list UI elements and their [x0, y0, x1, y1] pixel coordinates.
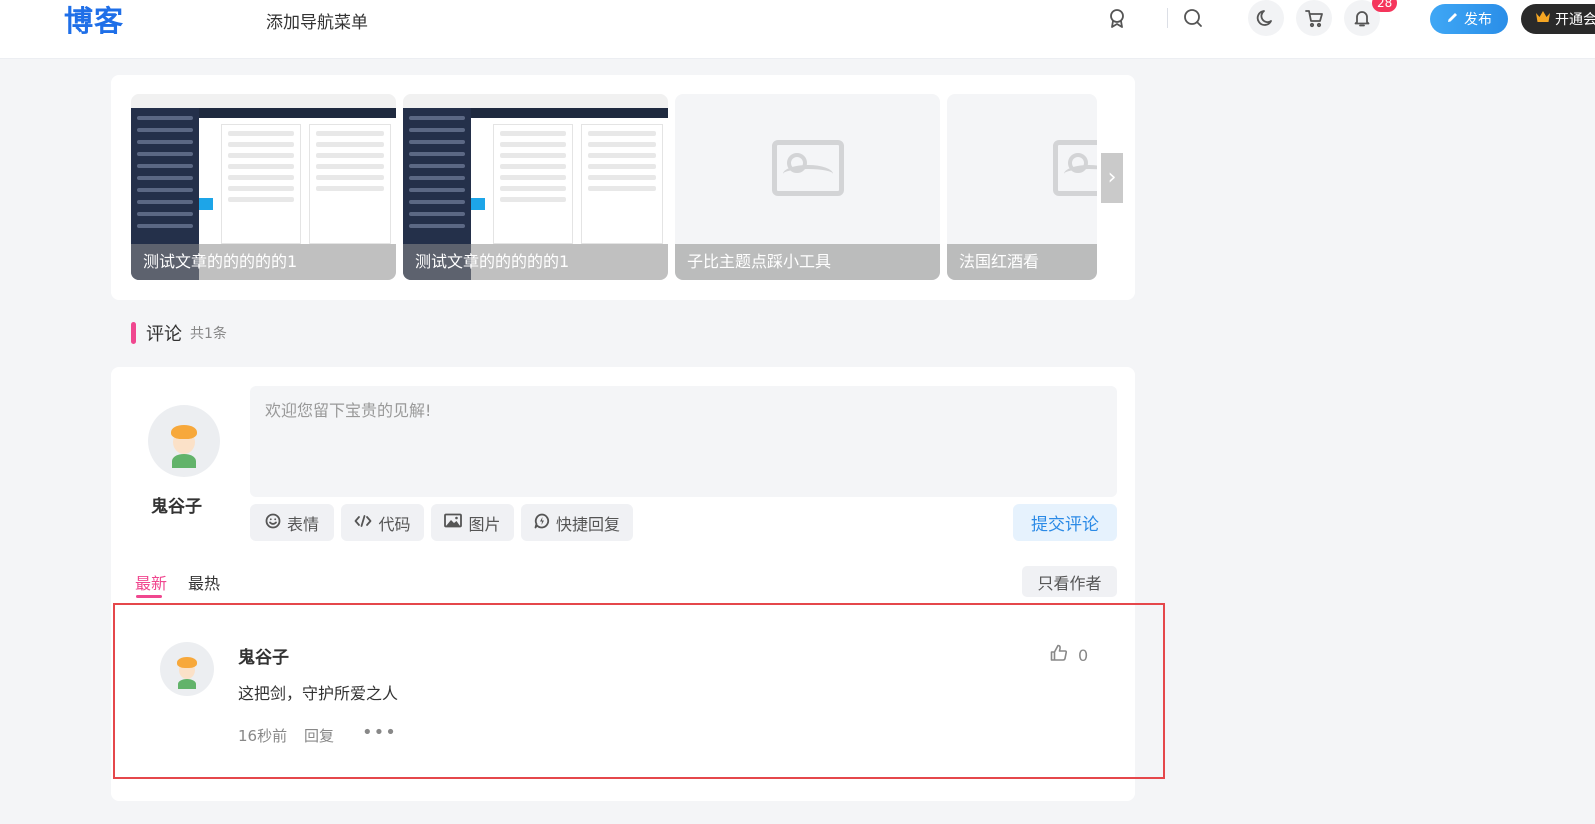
comments-count: 共1条	[190, 326, 227, 342]
thumbnail-title: 法国红酒看	[947, 244, 1097, 280]
more-options-icon[interactable]: •••	[362, 722, 397, 743]
thumbnail-title: 测试文章的的的的的1	[131, 244, 396, 280]
image-icon	[444, 513, 463, 532]
quick-reply-label: 快捷回复	[555, 514, 620, 534]
current-user-avatar[interactable]	[148, 405, 220, 477]
image-label: 图片	[468, 514, 501, 534]
current-user-name: 鬼谷子	[151, 497, 202, 517]
image-button[interactable]: 图片	[431, 504, 514, 541]
code-label: 代码	[378, 514, 411, 534]
badge-icon[interactable]	[1107, 8, 1127, 28]
post-thumbnail[interactable]: 测试文章的的的的的1	[131, 94, 396, 280]
vip-label: 开通会	[1555, 12, 1595, 28]
author-only-button[interactable]: 只看作者	[1022, 566, 1117, 597]
thumbnail-title: 子比主题点踩小工具	[675, 244, 940, 280]
publish-label: 发布	[1464, 12, 1492, 28]
carousel-next-arrow-icon[interactable]: ›	[1101, 153, 1123, 203]
post-thumbnail[interactable]: 子比主题点踩小工具	[675, 94, 940, 280]
notification-badge: 28	[1372, 0, 1398, 12]
like-button[interactable]: 0	[1050, 644, 1088, 666]
header-divider	[1167, 8, 1168, 28]
code-button[interactable]: 代码	[341, 504, 424, 541]
comment-author-avatar[interactable]	[160, 642, 214, 696]
search-icon[interactable]	[1182, 7, 1204, 29]
publish-button[interactable]: 发布	[1430, 4, 1508, 34]
comment-author-name[interactable]: 鬼谷子	[238, 643, 289, 668]
comment-time: 16秒前	[238, 727, 288, 745]
quick-reply-icon	[534, 513, 550, 533]
submit-comment-button[interactable]: 提交评论	[1013, 504, 1117, 541]
top-header: 博客 添加导航菜单 28 发布 开通会	[0, 0, 1595, 59]
post-thumbnail[interactable]: 法国红酒看	[947, 94, 1097, 280]
tab-newest[interactable]: 最新	[135, 570, 167, 598]
vip-button[interactable]: 开通会	[1521, 4, 1595, 34]
crown-icon	[1535, 10, 1551, 28]
comment-text: 这把剑，守护所爱之人	[238, 684, 399, 703]
comments-title: 评论	[146, 324, 182, 345]
quick-reply-button[interactable]: 快捷回复	[521, 504, 633, 541]
heading-accent-bar	[131, 322, 136, 344]
tab-hottest[interactable]: 最热	[188, 570, 220, 594]
emoji-button[interactable]: 表情	[250, 504, 334, 541]
like-count: 0	[1078, 645, 1089, 665]
pencil-icon	[1446, 11, 1459, 28]
comments-heading: 评论 共1条	[131, 320, 227, 346]
emoji-label: 表情	[286, 514, 319, 534]
site-logo[interactable]: 博客	[64, 0, 124, 40]
cart-icon[interactable]	[1296, 0, 1332, 36]
nav-menu-placeholder[interactable]: 添加导航菜单	[266, 8, 368, 33]
image-placeholder-icon	[1053, 140, 1097, 197]
comment-textarea[interactable]: 欢迎您留下宝贵的见解!	[250, 386, 1117, 497]
thumbnail-title: 测试文章的的的的的1	[403, 244, 668, 280]
image-placeholder-icon	[771, 140, 844, 197]
dark-mode-icon[interactable]	[1248, 0, 1284, 36]
thumbs-up-icon	[1050, 644, 1068, 666]
reply-link[interactable]: 回复	[304, 725, 334, 746]
code-icon	[354, 513, 372, 533]
post-thumbnail[interactable]: 测试文章的的的的的1	[403, 94, 668, 280]
related-posts-card: 测试文章的的的的的1 测试文章的的的的的1 子比主题点踩小工具 法国红酒看	[111, 75, 1135, 300]
smile-icon	[265, 513, 281, 533]
